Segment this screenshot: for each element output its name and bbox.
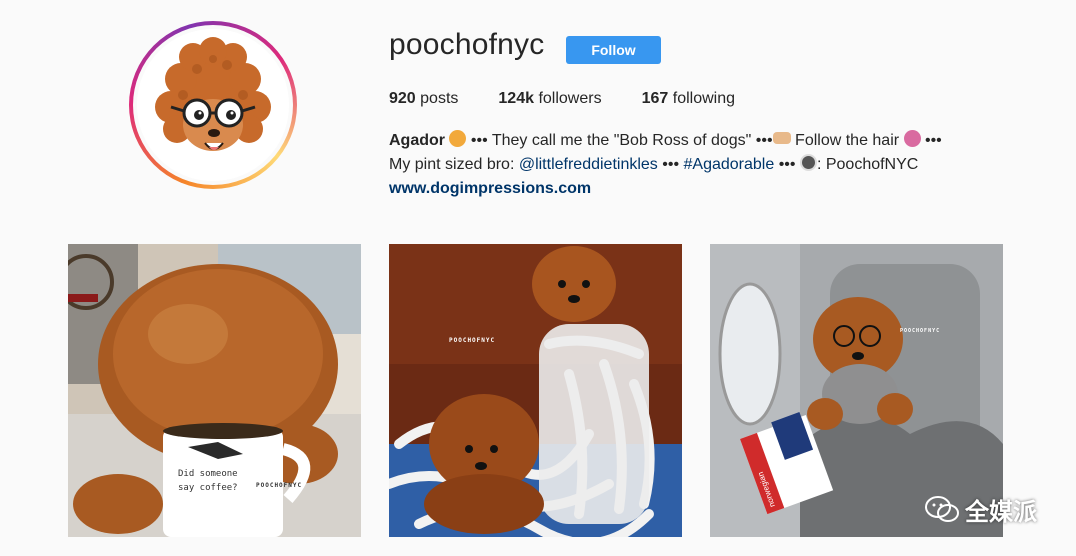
bio-line2-start: My pint sized bro: (389, 156, 519, 173)
bio-line-1: Agador ••• They call me the "Bob Ross of… (389, 129, 1029, 153)
lion-emoji-icon (449, 130, 467, 147)
post-thumbnail-1[interactable]: Did someone say coffee? POOCHOFNYC (68, 244, 361, 537)
avatar-image (137, 29, 289, 181)
bio-line2-mid2: ••• (774, 156, 800, 173)
watermark: 全媒派 (925, 492, 1037, 527)
avatar[interactable] (129, 21, 297, 189)
pointing-hand-emoji-icon (772, 132, 791, 144)
following-count[interactable]: 167 following (642, 90, 735, 108)
haircut-emoji-icon (903, 130, 921, 147)
posts-count: 920 posts (389, 90, 458, 108)
bio-line2-end: : PoochofNYC (816, 156, 919, 173)
bio-line2-mid: ••• (657, 156, 684, 173)
bio-line1-text-b: Follow the hair (790, 132, 904, 149)
post-3-watermark: POOCHOFNYC (900, 328, 940, 334)
wechat-icon (925, 495, 959, 522)
bio-line1-end: ••• (920, 132, 942, 149)
post-1-watermark: POOCHOFNYC (256, 482, 302, 489)
profile-stats: 920 posts 124k followers 167 following (389, 90, 775, 108)
profile-page: poochofnyc Follow 920 posts 124k followe… (0, 0, 1076, 556)
profile-bio: Agador ••• They call me the "Bob Ross of… (389, 129, 1029, 201)
avatar-border (133, 25, 293, 185)
follow-button[interactable]: Follow (566, 36, 661, 64)
ghost-emoji-icon (799, 154, 817, 171)
profile-username: poochofnyc (389, 28, 545, 61)
bio-line1-text: ••• They call me the "Bob Ross of dogs" … (466, 132, 773, 149)
watermark-text: 全媒派 (965, 499, 1037, 526)
following-count-value: 167 (641, 90, 669, 107)
posts-count-value: 920 (389, 90, 416, 107)
bio-name: Agador (389, 132, 445, 149)
post-thumbnail-2[interactable]: POOCHOFNYC (389, 244, 682, 537)
posts-count-label: posts (420, 90, 459, 107)
post-2-watermark: POOCHOFNYC (449, 337, 495, 344)
bio-website-link[interactable]: www.dogimpressions.com (389, 180, 591, 197)
following-count-label: following (672, 90, 736, 107)
bio-mention-link[interactable]: @littlefreddietinkles (519, 156, 658, 173)
bio-line-2: My pint sized bro: @littlefreddietinkles… (389, 153, 1029, 177)
followers-count-value: 124k (498, 90, 534, 107)
post-1-image: Did someone say coffee? POOCHOFNYC (68, 244, 361, 537)
followers-count[interactable]: 124k followers (498, 90, 601, 108)
bio-hashtag-link[interactable]: #Agadorable (684, 156, 775, 173)
followers-count-label: followers (538, 90, 602, 107)
mug-text-1: Did someone (178, 469, 238, 479)
post-2-image: POOCHOFNYC (389, 244, 682, 537)
mug-text-2: say coffee? (178, 483, 238, 493)
